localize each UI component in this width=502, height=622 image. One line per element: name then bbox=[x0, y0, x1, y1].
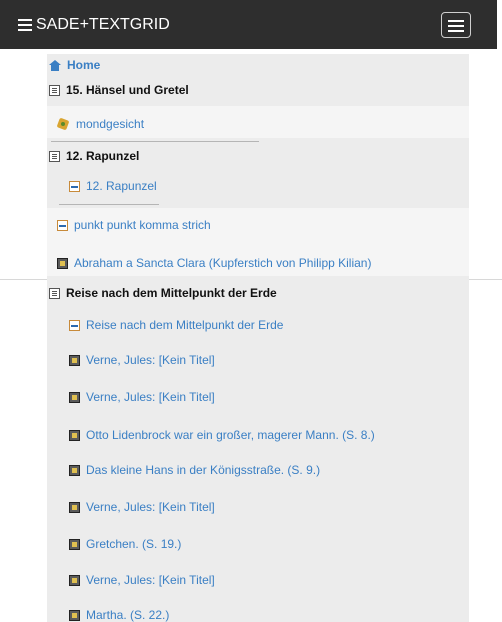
image-icon bbox=[69, 354, 80, 366]
tree-item-rapunzel[interactable]: 12. Rapunzel bbox=[69, 179, 157, 193]
book-icon bbox=[49, 150, 60, 162]
tree-item[interactable]: Verne, Jules: [Kein Titel] bbox=[69, 390, 215, 404]
navbar-toggle-button[interactable] bbox=[441, 12, 471, 38]
image-icon bbox=[69, 391, 80, 403]
tree-folder-haensel-und-gretel[interactable]: 15. Hänsel und Gretel bbox=[49, 83, 189, 97]
divider bbox=[59, 204, 159, 205]
tree-item-mondgesicht[interactable]: mondgesicht bbox=[57, 117, 144, 131]
home-icon bbox=[49, 59, 61, 71]
tree-home-link[interactable]: Home bbox=[49, 58, 100, 72]
tree-folder-reise[interactable]: Reise nach dem Mittelpunkt der Erde bbox=[49, 286, 277, 300]
tree-item[interactable]: Verne, Jules: [Kein Titel] bbox=[69, 500, 215, 514]
image-icon bbox=[69, 501, 80, 513]
hamburger-icon bbox=[448, 20, 464, 22]
tree-item-reise[interactable]: Reise nach dem Mittelpunkt der Erde bbox=[69, 318, 283, 332]
brand-title: SADE+TEXTGRID bbox=[36, 15, 170, 33]
image-icon bbox=[69, 538, 80, 550]
tree-item[interactable]: Martha. (S. 22.) bbox=[69, 608, 169, 622]
navbar: SADE+TEXTGRID bbox=[0, 0, 497, 49]
tree-item[interactable]: Verne, Jules: [Kein Titel] bbox=[69, 353, 215, 367]
tei-icon bbox=[57, 219, 68, 231]
tree-item-abraham-a-sancta-clara[interactable]: Abraham a Sancta Clara (Kupferstich von … bbox=[57, 256, 371, 270]
list-icon bbox=[18, 18, 32, 31]
tree-folder-rapunzel[interactable]: 12. Rapunzel bbox=[49, 149, 139, 163]
book-icon bbox=[49, 287, 60, 299]
image-icon bbox=[69, 429, 80, 441]
tei-icon bbox=[69, 180, 80, 192]
brand-link[interactable]: SADE+TEXTGRID bbox=[18, 0, 170, 49]
tree-item[interactable]: Verne, Jules: [Kein Titel] bbox=[69, 573, 215, 587]
tree-item[interactable]: Das kleine Hans in der Königsstraße. (S.… bbox=[69, 463, 320, 477]
tei-icon bbox=[69, 319, 80, 331]
image-collection-icon bbox=[57, 118, 70, 131]
book-icon bbox=[49, 84, 60, 96]
image-icon bbox=[69, 574, 80, 586]
image-icon bbox=[57, 257, 68, 269]
navigation-tree: Home 15. Hänsel und Gretel mondgesicht 1… bbox=[47, 54, 469, 622]
divider bbox=[51, 141, 259, 142]
image-icon bbox=[69, 464, 80, 476]
image-icon bbox=[69, 609, 80, 621]
tree-item-punkt-punkt-komma-strich[interactable]: punkt punkt komma strich bbox=[57, 218, 211, 232]
tree-item[interactable]: Otto Lidenbrock war ein großer, magerer … bbox=[69, 428, 375, 442]
tree-item[interactable]: Gretchen. (S. 19.) bbox=[69, 537, 181, 551]
